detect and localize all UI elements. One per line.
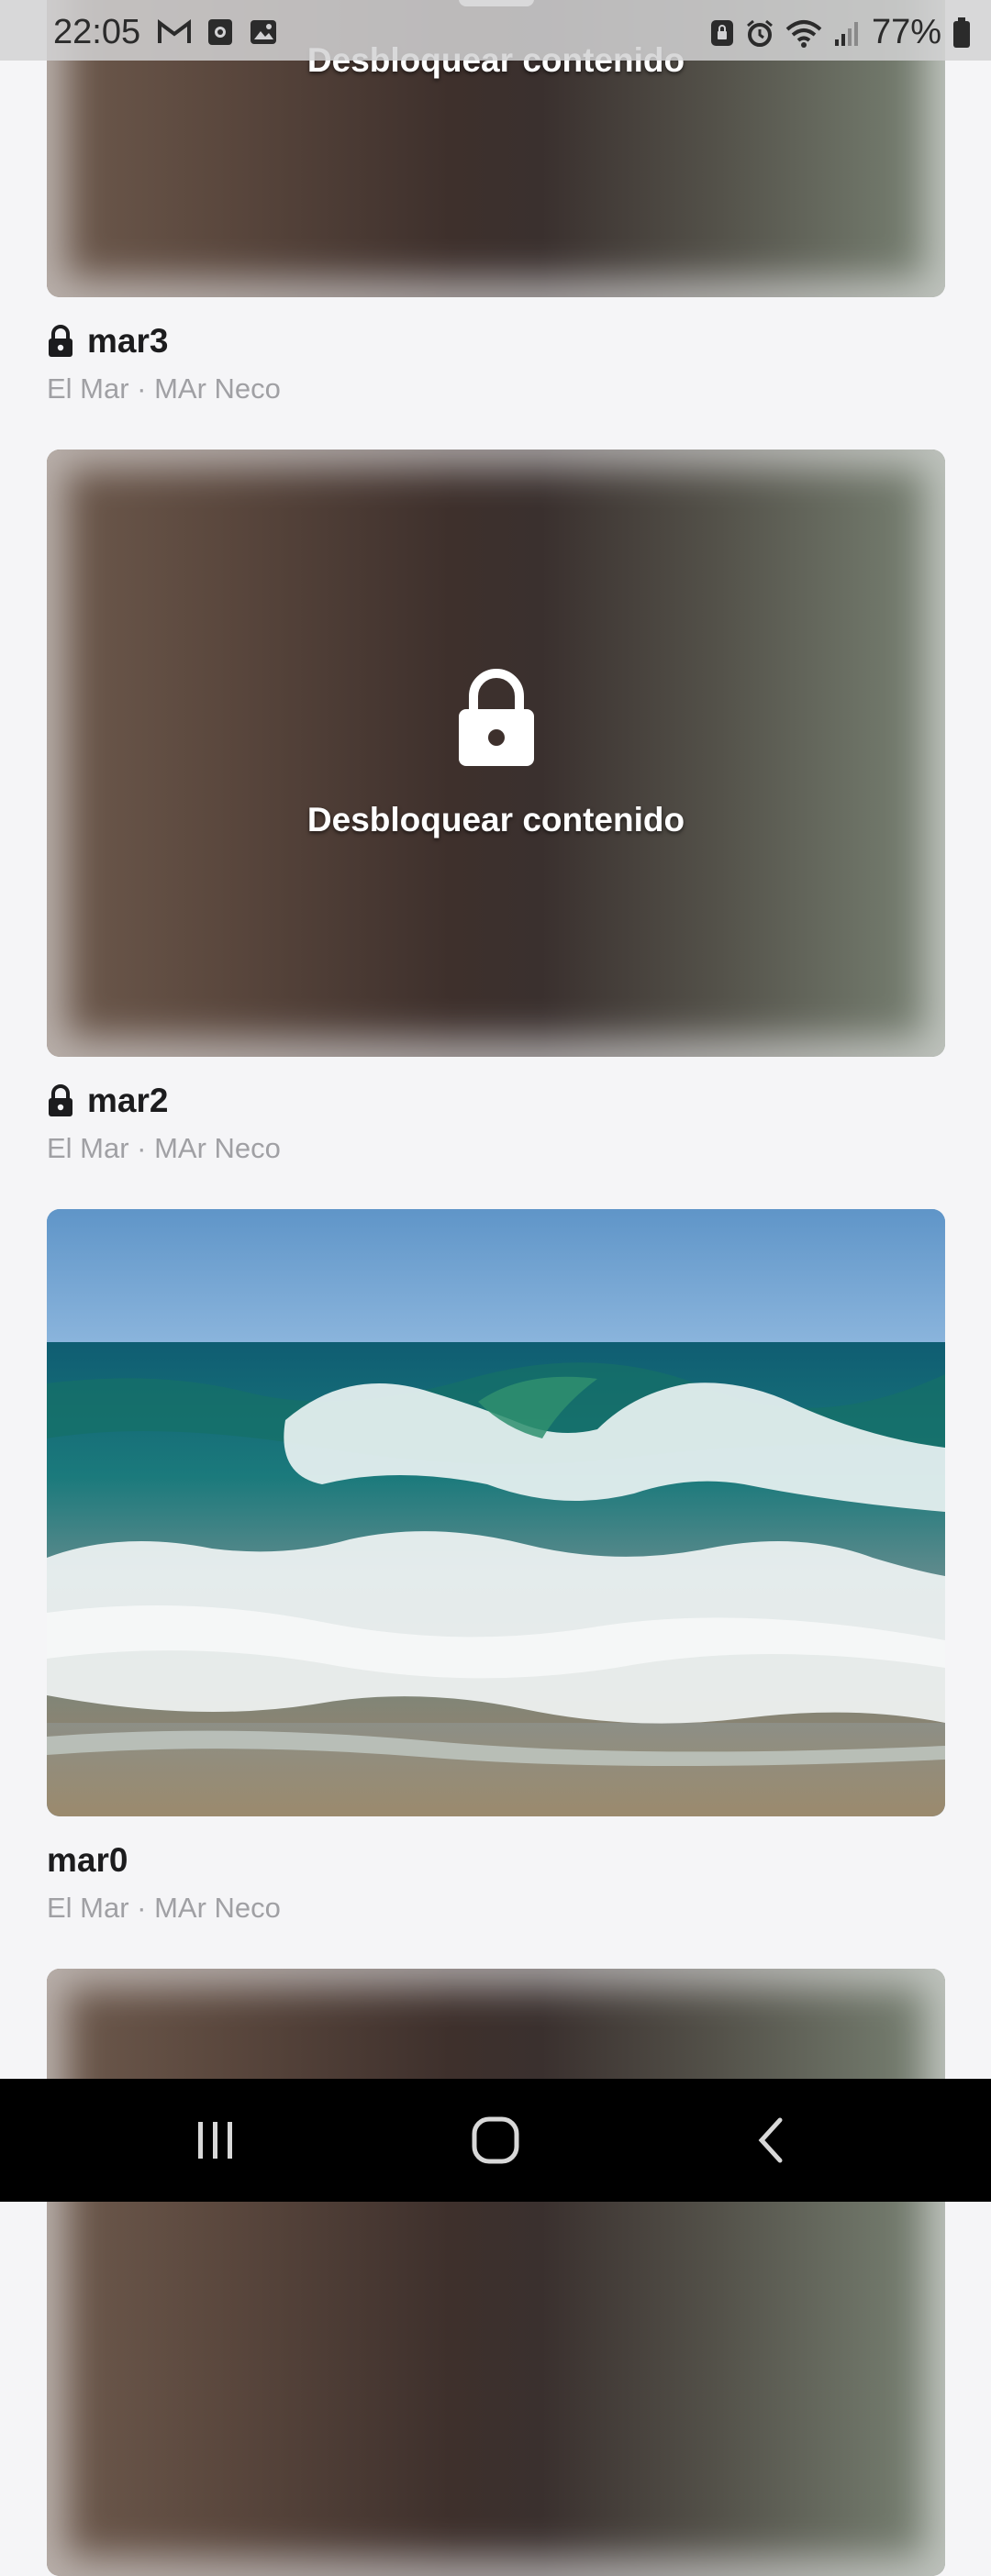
home-icon: [472, 2116, 519, 2164]
status-time: 22:05: [53, 13, 141, 51]
battery-percentage: 77%: [871, 13, 941, 51]
gallery-icon: [251, 20, 276, 44]
unlock-content-label: Desbloquear contenido: [306, 801, 685, 838]
lock-icon: [49, 325, 72, 357]
status-bar: 22:05 77%: [0, 0, 991, 61]
post-subtitle: El Mar · MAr Neco: [47, 1892, 281, 1924]
post-card[interactable]: mar0 El Mar · MAr Neco: [47, 1209, 945, 1925]
system-indicators: 77%: [710, 13, 971, 52]
app-notification-icon: [208, 19, 232, 45]
gmail-icon: [158, 19, 191, 43]
signal-icon: [834, 21, 858, 46]
back-button[interactable]: [679, 2079, 863, 2202]
recents-icon: [198, 2122, 232, 2159]
wifi-icon: [785, 19, 822, 48]
lock-icon: [458, 669, 534, 766]
navigation-bar: [0, 2079, 991, 2202]
recents-button[interactable]: [124, 2079, 307, 2202]
post-card[interactable]: Desbloquear contenido mar2 El Mar · MAr …: [47, 450, 945, 1165]
lock-app-icon: [710, 19, 733, 46]
home-button[interactable]: [404, 2079, 587, 2202]
post-title: mar3: [87, 322, 169, 360]
battery-icon: [953, 17, 970, 48]
locked-media[interactable]: [47, 1969, 945, 2576]
alarm-icon: [746, 19, 773, 47]
post-card[interactable]: [47, 1969, 945, 2576]
post-subtitle: El Mar · MAr Neco: [47, 372, 281, 405]
post-title: mar0: [47, 1841, 128, 1879]
post-card[interactable]: Desbloquear contenido mar3 El Mar · MAr …: [47, 0, 945, 405]
post-subtitle: El Mar · MAr Neco: [47, 1132, 281, 1164]
notification-icons: [158, 18, 277, 46]
post-photo[interactable]: [47, 1209, 945, 1816]
lock-icon: [49, 1084, 72, 1116]
post-title-row: mar2: [47, 1079, 945, 1123]
locked-media[interactable]: Desbloquear contenido: [47, 450, 945, 1057]
post-title: mar2: [87, 1082, 169, 1119]
unlock-overlay[interactable]: Desbloquear contenido: [47, 667, 945, 839]
post-title-row: mar0: [47, 1838, 945, 1882]
post-title-row: mar3: [47, 319, 945, 363]
back-icon: [758, 2117, 783, 2163]
sea-waves-image: [47, 1209, 945, 1816]
